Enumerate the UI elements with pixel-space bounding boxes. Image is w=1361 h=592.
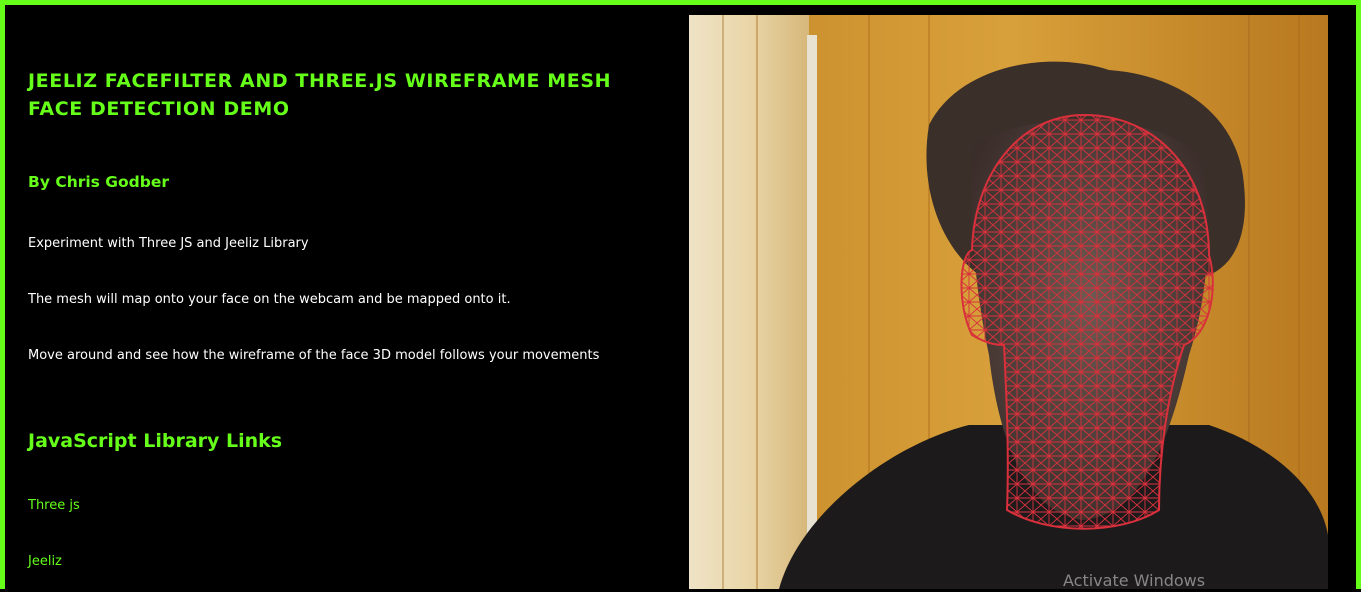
links-heading: JavaScript Library Links bbox=[28, 430, 283, 452]
author-byline: By Chris Godber bbox=[28, 173, 170, 191]
page-title: JEELIZ FACEFILTER AND THREE.JS WIREFRAME… bbox=[28, 70, 612, 120]
webcam-canvas bbox=[689, 15, 1328, 589]
description-paragraph: The mesh will map onto your face on the … bbox=[28, 292, 511, 307]
description-paragraph: Move around and see how the wireframe of… bbox=[28, 348, 600, 363]
link-jeeliz[interactable]: Jeeliz bbox=[28, 553, 62, 571]
description-paragraph: Experiment with Three JS and Jeeliz Libr… bbox=[28, 236, 309, 251]
link-three-js[interactable]: Three js bbox=[28, 497, 80, 515]
